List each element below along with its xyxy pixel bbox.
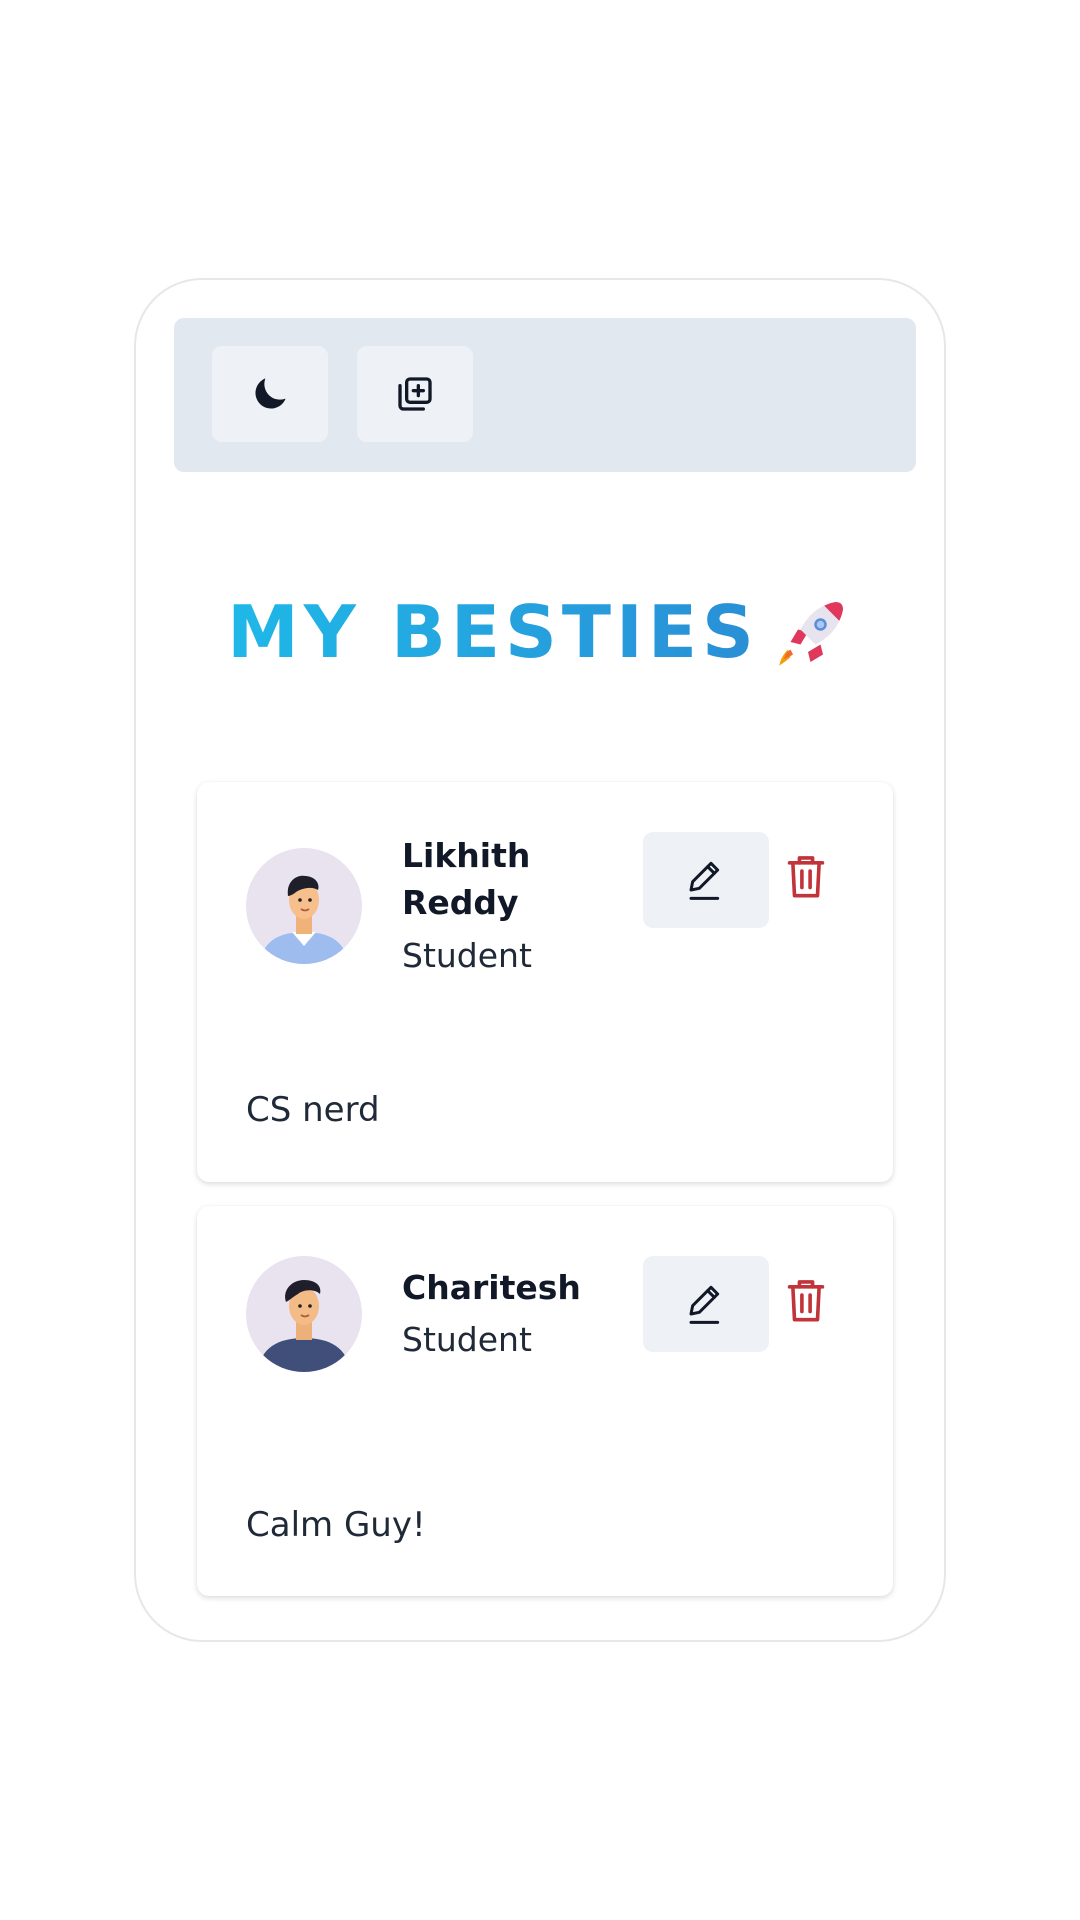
- friend-description: Calm Guy!: [246, 1505, 426, 1545]
- page-title-text: MY BESTIES: [227, 590, 759, 674]
- theme-toggle-button[interactable]: [212, 346, 328, 442]
- toolbar: [174, 318, 916, 472]
- friend-role: Student: [402, 1320, 532, 1359]
- trash-icon: [787, 1280, 825, 1322]
- add-friend-button[interactable]: [357, 346, 473, 442]
- avatar: [246, 848, 362, 964]
- friend-card: Charitesh Student Calm Guy!: [197, 1206, 893, 1596]
- delete-button[interactable]: [781, 848, 831, 904]
- app-frame: MY BESTIES Likhith Reddy Student CS nerd…: [134, 278, 946, 1642]
- friend-description: CS nerd: [246, 1090, 380, 1130]
- moon-icon: [255, 378, 286, 409]
- pencil-icon: [689, 861, 720, 900]
- avatar: [246, 1256, 362, 1372]
- add-friend-icon: [398, 377, 432, 411]
- pencil-icon: [689, 1285, 720, 1324]
- edit-button[interactable]: [643, 832, 769, 928]
- page-title: MY BESTIES: [136, 592, 944, 672]
- edit-button[interactable]: [643, 1256, 769, 1352]
- friend-card: Likhith Reddy Student CS nerd: [197, 782, 893, 1182]
- delete-button[interactable]: [781, 1272, 831, 1328]
- friend-name: Charitesh: [402, 1268, 581, 1307]
- friend-name: Likhith Reddy: [402, 836, 531, 922]
- friend-role: Student: [402, 936, 532, 975]
- avatar-male-light-shirt-icon: [260, 875, 348, 964]
- avatar-male-dark-shirt-icon: [258, 1280, 350, 1372]
- trash-icon: [787, 856, 825, 898]
- rocket-icon: [779, 602, 843, 666]
